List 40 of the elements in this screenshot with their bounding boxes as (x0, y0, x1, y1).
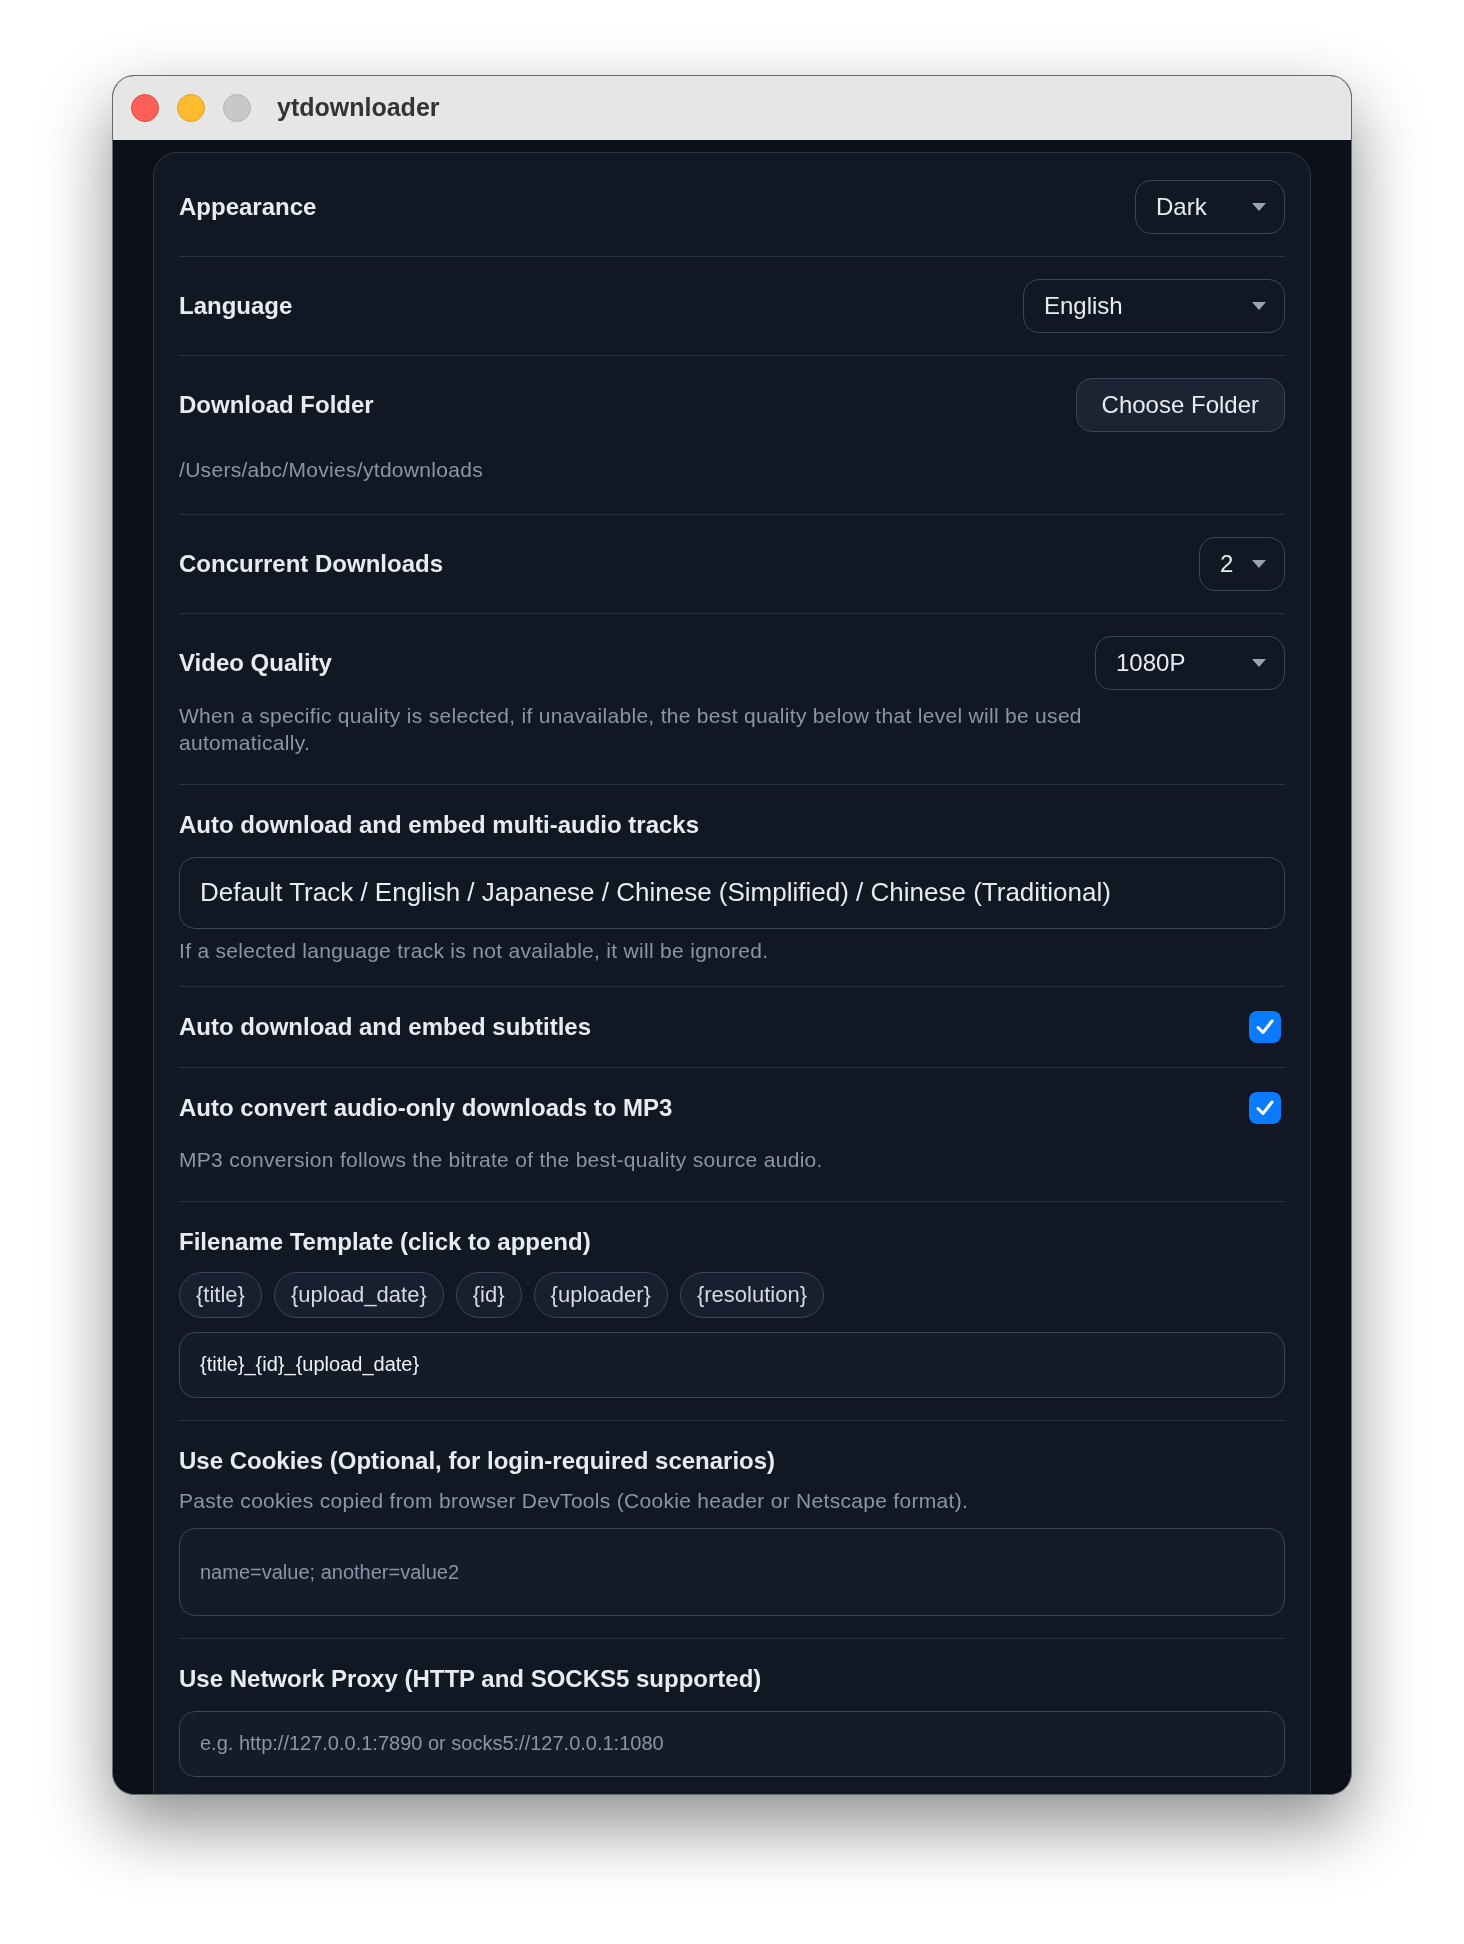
dropdown[interactable]: English (1023, 279, 1285, 333)
proxy-field[interactable]: e.g. http://127.0.0.1:7890 or socks5://127.0.0.1:1080 (179, 1710, 1285, 1777)
dropdown[interactable]: 1080P (1095, 635, 1285, 690)
dropdown[interactable]: 2 (1199, 536, 1285, 591)
template-input[interactable]: {title}_{id}_{upload_date} (179, 1331, 1285, 1398)
cookies-field[interactable]: name=value; another=value2 (179, 1527, 1285, 1616)
hint-text: If a selected language track is not available, it will be ignored. (179, 937, 770, 964)
window-title: ytdownloader (277, 92, 440, 124)
checkbox[interactable] (1249, 1010, 1281, 1043)
caret-icon (1252, 302, 1266, 310)
caret-icon (1252, 658, 1266, 667)
setting-label: Auto download and embed multi-audio tracks (179, 810, 700, 838)
hint-text: MP3 conversion follows the bitrate of the best-quality source audio. (179, 1146, 824, 1173)
token-chip[interactable]: {resolution} (679, 1271, 824, 1318)
folder-path: /Users/abc/Movies/ytdownloads (179, 457, 484, 483)
setting-label: Concurrent Downloads (179, 548, 443, 579)
caret-icon (1252, 203, 1266, 211)
setting-label: Use Network Proxy (HTTP and SOCKS5 supported) (179, 1664, 762, 1692)
zoom-button[interactable] (223, 94, 251, 122)
choose-folder-button[interactable]: Choose Folder (1075, 378, 1285, 432)
hint-text: When a specific quality is selected, if unavailable, the best quality below that level will be used automatically. (179, 702, 1083, 756)
setting-label: Auto download and embed subtitles (179, 1011, 591, 1042)
setting-label: Download Folder (179, 390, 374, 420)
token-chip[interactable]: {id} (455, 1271, 522, 1318)
setting-label: Use Cookies (Optional, for login-required scenarios) (179, 1446, 776, 1474)
close-button[interactable] (131, 94, 159, 122)
token-chip[interactable]: {upload_date} (273, 1271, 444, 1318)
setting-label: Filename Template (click to append) (179, 1227, 591, 1255)
caret-icon (1252, 559, 1266, 568)
token-chip[interactable]: {title} (179, 1271, 262, 1318)
checkbox[interactable] (1249, 1091, 1281, 1124)
setting-label: Language (179, 291, 293, 321)
minimize-button[interactable] (177, 94, 205, 122)
multi-select-field[interactable]: Default Track / English / Japanese / Chinese (Simplified) / Chinese (Traditional) (179, 856, 1285, 929)
dropdown[interactable]: Dark (1135, 180, 1285, 234)
setting-label: Video Quality (179, 647, 332, 678)
token-chip[interactable]: {uploader} (533, 1271, 668, 1318)
setting-label: Appearance (179, 192, 317, 222)
hint-text: Paste cookies copied from browser DevTools (Cookie header or Netscape format). (179, 1487, 970, 1514)
setting-label: Auto convert audio-only downloads to MP3 (179, 1092, 673, 1123)
